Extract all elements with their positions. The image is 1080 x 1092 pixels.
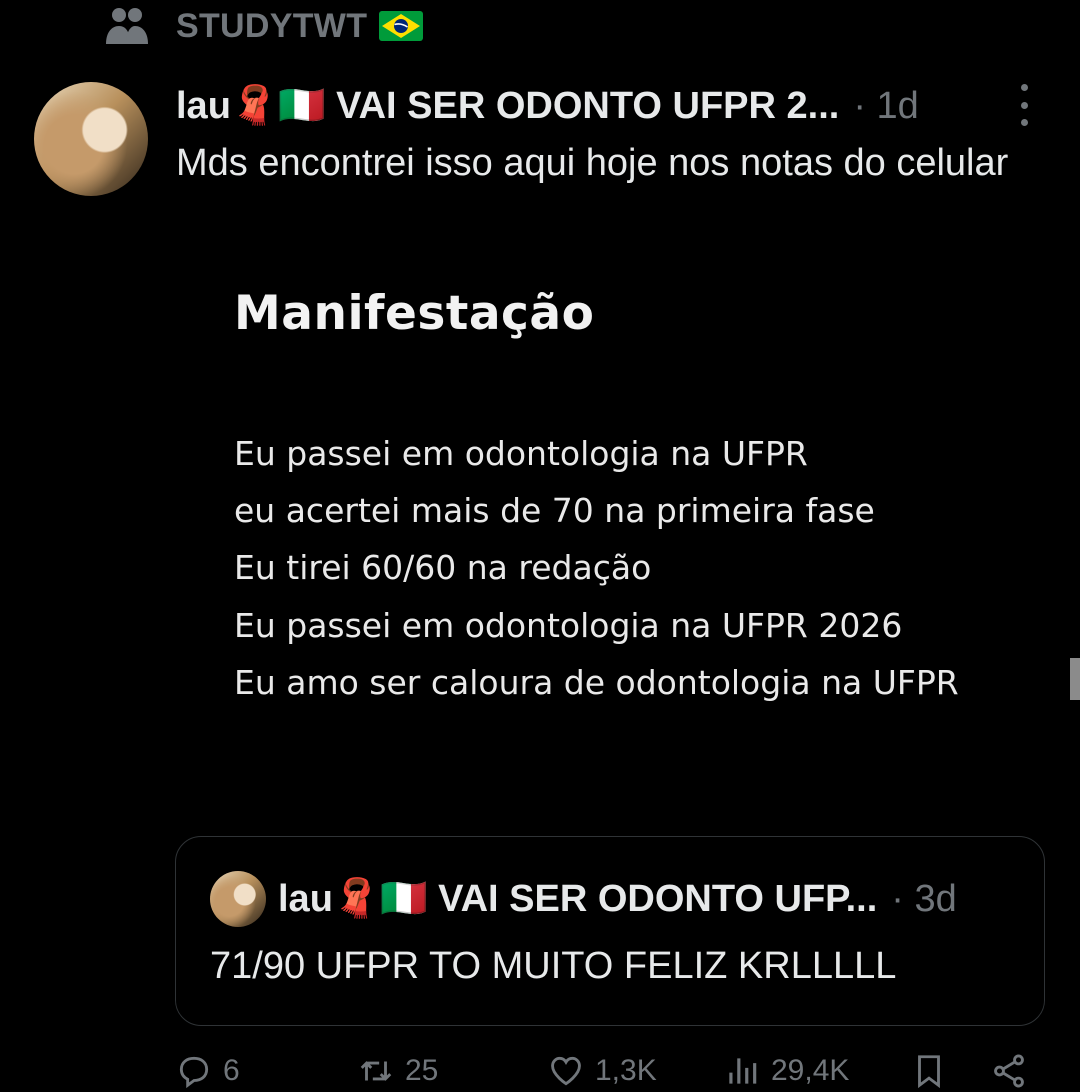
tweet-text: Mds encontrei isso aqui hoje nos notas d…: [176, 142, 1009, 184]
community-icon: [106, 8, 148, 44]
note-line: eu acertei mais de 70 na primeira fase: [234, 491, 875, 530]
quoted-author-avatar: [210, 871, 266, 927]
views-button[interactable]: 29,4K: [723, 1052, 849, 1090]
tweet-time[interactable]: · 1d: [853, 85, 918, 128]
like-count: 1,3K: [595, 1054, 657, 1087]
note-title: Manifestação: [234, 286, 595, 341]
tweet-header: lau🧣🇮🇹 VAI SER ODONTO UFPR 2... · 1d: [176, 78, 1040, 134]
more-options-icon[interactable]: [1014, 84, 1034, 126]
note-line: Eu tirei 60/60 na redação: [234, 548, 652, 587]
note-line: Eu amo ser caloura de odontologia na UFP…: [234, 663, 959, 702]
repost-button[interactable]: 25: [357, 1052, 438, 1090]
repost-icon: [360, 1061, 392, 1081]
like-button[interactable]: 1,3K: [547, 1052, 657, 1090]
bookmark-icon: [918, 1055, 940, 1089]
heart-icon: [551, 1056, 581, 1086]
brazil-flag-icon: [379, 11, 424, 41]
quoted-author-name: lau🧣🇮🇹 VAI SER ODONTO UFP...: [278, 878, 878, 920]
bookmark-button[interactable]: [910, 1052, 948, 1090]
reply-button[interactable]: 6: [175, 1052, 240, 1090]
repost-count: 25: [405, 1054, 439, 1087]
author-name[interactable]: lau🧣🇮🇹 VAI SER ODONTO UFPR 2...: [176, 84, 839, 128]
quoted-tweet-header: lau🧣🇮🇹 VAI SER ODONTO UFP... · 3d: [278, 873, 1004, 925]
tweet-media-image[interactable]: Manifestação Eu passei em odontologia na…: [176, 262, 1036, 762]
quoted-tweet[interactable]: lau🧣🇮🇹 VAI SER ODONTO UFP... · 3d 71/90 …: [175, 836, 1045, 1026]
note-line: Eu passei em odontologia na UFPR 2026: [234, 606, 903, 645]
share-icon: [994, 1054, 1024, 1088]
note-line: Eu passei em odontologia na UFPR: [234, 434, 808, 473]
reply-icon: [179, 1056, 209, 1089]
quoted-tweet-time: · 3d: [891, 877, 957, 920]
reply-count: 6: [223, 1054, 240, 1087]
quoted-tweet-text: 71/90 UFPR TO MUITO FELIZ KRLLLLL: [210, 945, 897, 987]
tweet-actions: 6 25 1,3K 29,4K: [175, 1052, 1035, 1092]
community-header[interactable]: STUDYTWT: [104, 4, 424, 48]
scrollbar-thumb[interactable]: [1070, 658, 1080, 700]
author-avatar[interactable]: [34, 82, 148, 196]
views-count: 29,4K: [771, 1054, 850, 1087]
views-icon: [729, 1058, 757, 1084]
community-name[interactable]: STUDYTWT: [176, 7, 367, 46]
share-button[interactable]: [990, 1052, 1028, 1090]
